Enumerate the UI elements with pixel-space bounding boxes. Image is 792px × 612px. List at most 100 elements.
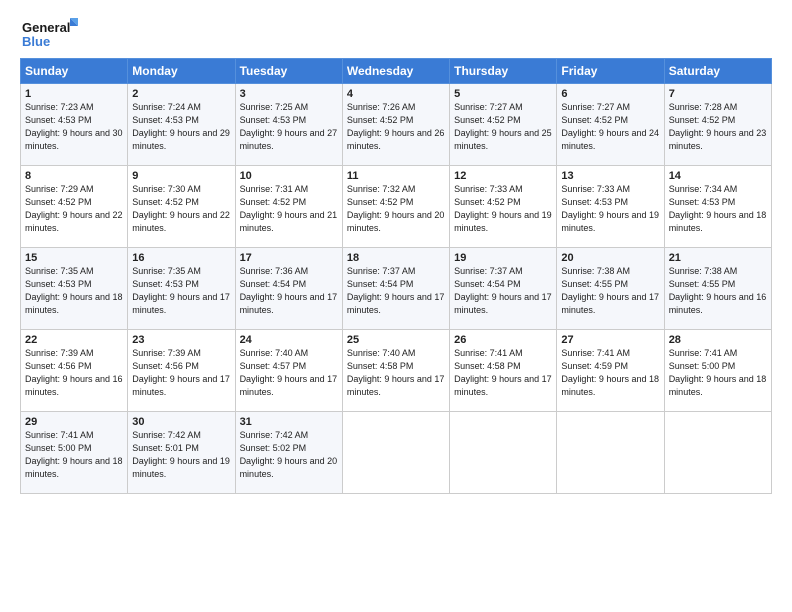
day-header-thursday: Thursday — [450, 59, 557, 84]
calendar-week-5: 29 Sunrise: 7:41 AM Sunset: 5:00 PM Dayl… — [21, 412, 772, 494]
day-info: Sunrise: 7:30 AM Sunset: 4:52 PM Dayligh… — [132, 183, 230, 235]
daylight: Daylight: 9 hours and 27 minutes. — [240, 128, 338, 151]
day-number: 10 — [240, 170, 338, 182]
day-number: 8 — [25, 170, 123, 182]
day-header-friday: Friday — [557, 59, 664, 84]
daylight: Daylight: 9 hours and 26 minutes. — [347, 128, 445, 151]
daylight: Daylight: 9 hours and 18 minutes. — [669, 210, 767, 233]
day-info: Sunrise: 7:38 AM Sunset: 4:55 PM Dayligh… — [561, 265, 659, 317]
day-number: 3 — [240, 88, 338, 100]
day-cell-31: 31 Sunrise: 7:42 AM Sunset: 5:02 PM Dayl… — [235, 412, 342, 494]
sunrise: Sunrise: 7:40 AM — [240, 348, 309, 358]
day-header-tuesday: Tuesday — [235, 59, 342, 84]
calendar-page: General Blue SundayMondayTuesdayWednesda… — [0, 0, 792, 612]
day-cell-22: 22 Sunrise: 7:39 AM Sunset: 4:56 PM Dayl… — [21, 330, 128, 412]
daylight: Daylight: 9 hours and 17 minutes. — [347, 292, 445, 315]
day-info: Sunrise: 7:41 AM Sunset: 5:00 PM Dayligh… — [25, 429, 123, 481]
daylight: Daylight: 9 hours and 22 minutes. — [132, 210, 230, 233]
day-info: Sunrise: 7:29 AM Sunset: 4:52 PM Dayligh… — [25, 183, 123, 235]
day-info: Sunrise: 7:40 AM Sunset: 4:58 PM Dayligh… — [347, 347, 445, 399]
day-info: Sunrise: 7:25 AM Sunset: 4:53 PM Dayligh… — [240, 101, 338, 153]
day-cell-7: 7 Sunrise: 7:28 AM Sunset: 4:52 PM Dayli… — [664, 84, 771, 166]
day-cell-3: 3 Sunrise: 7:25 AM Sunset: 4:53 PM Dayli… — [235, 84, 342, 166]
day-info: Sunrise: 7:37 AM Sunset: 4:54 PM Dayligh… — [347, 265, 445, 317]
day-cell-16: 16 Sunrise: 7:35 AM Sunset: 4:53 PM Dayl… — [128, 248, 235, 330]
day-info: Sunrise: 7:42 AM Sunset: 5:01 PM Dayligh… — [132, 429, 230, 481]
day-cell-15: 15 Sunrise: 7:35 AM Sunset: 4:53 PM Dayl… — [21, 248, 128, 330]
daylight: Daylight: 9 hours and 19 minutes. — [132, 456, 230, 479]
sunset: Sunset: 4:58 PM — [454, 361, 521, 371]
sunset: Sunset: 5:00 PM — [25, 443, 92, 453]
sunrise: Sunrise: 7:24 AM — [132, 102, 201, 112]
day-info: Sunrise: 7:35 AM Sunset: 4:53 PM Dayligh… — [25, 265, 123, 317]
sunset: Sunset: 5:01 PM — [132, 443, 199, 453]
day-cell-17: 17 Sunrise: 7:36 AM Sunset: 4:54 PM Dayl… — [235, 248, 342, 330]
sunrise: Sunrise: 7:36 AM — [240, 266, 309, 276]
sunrise: Sunrise: 7:40 AM — [347, 348, 416, 358]
logo: General Blue — [20, 16, 80, 52]
day-number: 2 — [132, 88, 230, 100]
day-info: Sunrise: 7:39 AM Sunset: 4:56 PM Dayligh… — [25, 347, 123, 399]
day-cell-4: 4 Sunrise: 7:26 AM Sunset: 4:52 PM Dayli… — [342, 84, 449, 166]
daylight: Daylight: 9 hours and 18 minutes. — [561, 374, 659, 397]
day-number: 30 — [132, 416, 230, 428]
daylight: Daylight: 9 hours and 23 minutes. — [669, 128, 767, 151]
day-info: Sunrise: 7:37 AM Sunset: 4:54 PM Dayligh… — [454, 265, 552, 317]
day-number: 5 — [454, 88, 552, 100]
day-cell-27: 27 Sunrise: 7:41 AM Sunset: 4:59 PM Dayl… — [557, 330, 664, 412]
day-cell-25: 25 Sunrise: 7:40 AM Sunset: 4:58 PM Dayl… — [342, 330, 449, 412]
daylight: Daylight: 9 hours and 20 minutes. — [347, 210, 445, 233]
sunrise: Sunrise: 7:42 AM — [240, 430, 309, 440]
calendar-table: SundayMondayTuesdayWednesdayThursdayFrid… — [20, 58, 772, 494]
daylight: Daylight: 9 hours and 17 minutes. — [132, 292, 230, 315]
daylight: Daylight: 9 hours and 17 minutes. — [454, 292, 552, 315]
sunset: Sunset: 4:59 PM — [561, 361, 628, 371]
day-cell-28: 28 Sunrise: 7:41 AM Sunset: 5:00 PM Dayl… — [664, 330, 771, 412]
calendar-week-2: 8 Sunrise: 7:29 AM Sunset: 4:52 PM Dayli… — [21, 166, 772, 248]
day-info: Sunrise: 7:41 AM Sunset: 5:00 PM Dayligh… — [669, 347, 767, 399]
daylight: Daylight: 9 hours and 16 minutes. — [25, 374, 123, 397]
sunset: Sunset: 4:53 PM — [240, 115, 307, 125]
sunrise: Sunrise: 7:29 AM — [25, 184, 94, 194]
day-cell-24: 24 Sunrise: 7:40 AM Sunset: 4:57 PM Dayl… — [235, 330, 342, 412]
sunset: Sunset: 4:52 PM — [132, 197, 199, 207]
day-header-sunday: Sunday — [21, 59, 128, 84]
sunrise: Sunrise: 7:39 AM — [132, 348, 201, 358]
day-info: Sunrise: 7:24 AM Sunset: 4:53 PM Dayligh… — [132, 101, 230, 153]
sunrise: Sunrise: 7:23 AM — [25, 102, 94, 112]
day-number: 22 — [25, 334, 123, 346]
daylight: Daylight: 9 hours and 29 minutes. — [132, 128, 230, 151]
sunset: Sunset: 4:56 PM — [25, 361, 92, 371]
calendar-week-1: 1 Sunrise: 7:23 AM Sunset: 4:53 PM Dayli… — [21, 84, 772, 166]
day-number: 6 — [561, 88, 659, 100]
empty-cell — [557, 412, 664, 494]
day-cell-14: 14 Sunrise: 7:34 AM Sunset: 4:53 PM Dayl… — [664, 166, 771, 248]
sunset: Sunset: 4:53 PM — [132, 115, 199, 125]
day-cell-26: 26 Sunrise: 7:41 AM Sunset: 4:58 PM Dayl… — [450, 330, 557, 412]
day-number: 1 — [25, 88, 123, 100]
calendar-week-3: 15 Sunrise: 7:35 AM Sunset: 4:53 PM Dayl… — [21, 248, 772, 330]
svg-text:Blue: Blue — [22, 34, 50, 49]
day-cell-21: 21 Sunrise: 7:38 AM Sunset: 4:55 PM Dayl… — [664, 248, 771, 330]
sunset: Sunset: 4:52 PM — [240, 197, 307, 207]
day-info: Sunrise: 7:27 AM Sunset: 4:52 PM Dayligh… — [561, 101, 659, 153]
sunrise: Sunrise: 7:38 AM — [561, 266, 630, 276]
day-cell-10: 10 Sunrise: 7:31 AM Sunset: 4:52 PM Dayl… — [235, 166, 342, 248]
sunrise: Sunrise: 7:41 AM — [25, 430, 94, 440]
day-info: Sunrise: 7:39 AM Sunset: 4:56 PM Dayligh… — [132, 347, 230, 399]
sunrise: Sunrise: 7:33 AM — [561, 184, 630, 194]
day-info: Sunrise: 7:41 AM Sunset: 4:59 PM Dayligh… — [561, 347, 659, 399]
sunrise: Sunrise: 7:39 AM — [25, 348, 94, 358]
day-info: Sunrise: 7:36 AM Sunset: 4:54 PM Dayligh… — [240, 265, 338, 317]
daylight: Daylight: 9 hours and 24 minutes. — [561, 128, 659, 151]
sunset: Sunset: 4:56 PM — [132, 361, 199, 371]
day-number: 31 — [240, 416, 338, 428]
day-cell-6: 6 Sunrise: 7:27 AM Sunset: 4:52 PM Dayli… — [557, 84, 664, 166]
day-header-saturday: Saturday — [664, 59, 771, 84]
daylight: Daylight: 9 hours and 18 minutes. — [669, 374, 767, 397]
empty-cell — [664, 412, 771, 494]
sunrise: Sunrise: 7:38 AM — [669, 266, 738, 276]
day-cell-20: 20 Sunrise: 7:38 AM Sunset: 4:55 PM Dayl… — [557, 248, 664, 330]
day-cell-5: 5 Sunrise: 7:27 AM Sunset: 4:52 PM Dayli… — [450, 84, 557, 166]
day-cell-19: 19 Sunrise: 7:37 AM Sunset: 4:54 PM Dayl… — [450, 248, 557, 330]
